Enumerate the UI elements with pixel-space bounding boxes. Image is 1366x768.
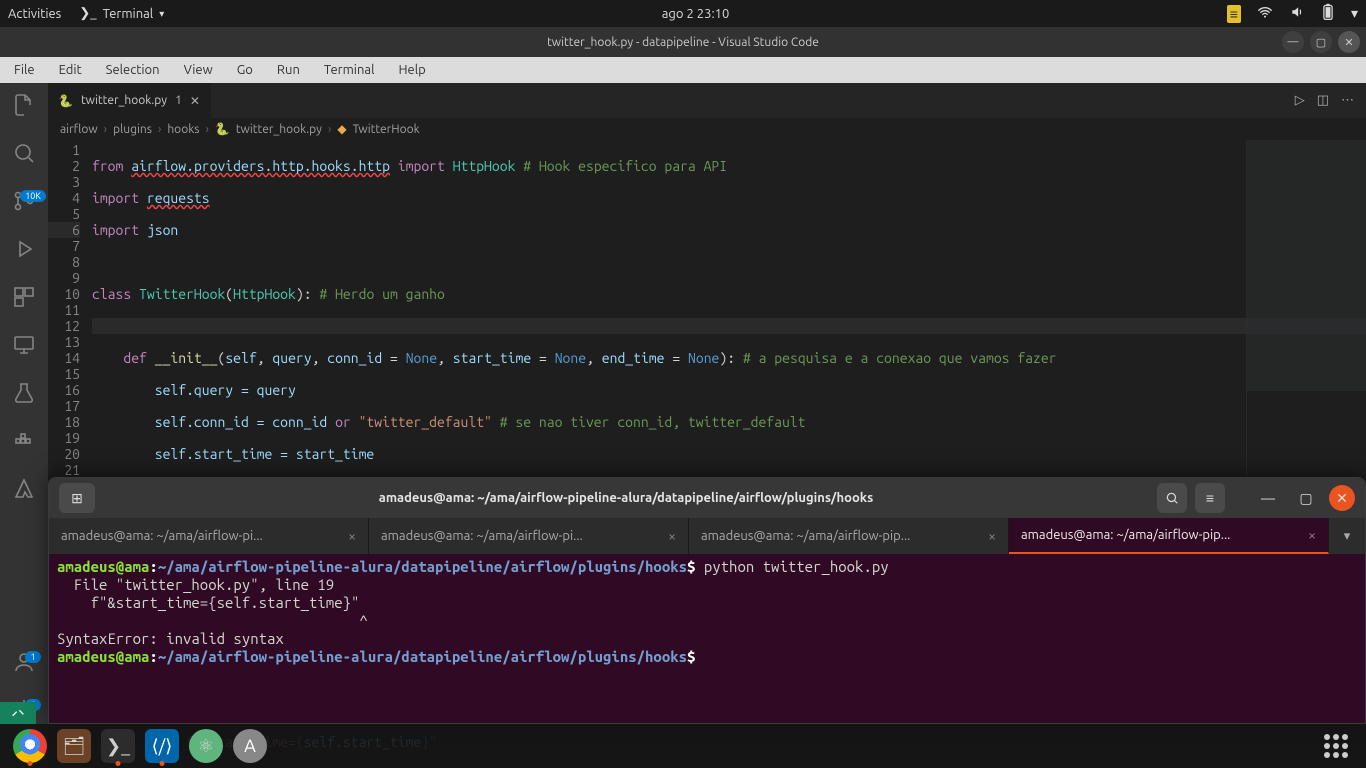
terminal-tab-active[interactable]: amadeus@ama: ~/ama/airflow-pip...×: [1009, 518, 1329, 554]
dock-chrome[interactable]: [8, 724, 52, 768]
terminal-search-button[interactable]: [1157, 483, 1187, 513]
dock-software-updater[interactable]: A: [228, 724, 272, 768]
close-tab-icon[interactable]: ×: [988, 528, 996, 544]
close-button[interactable]: ✕: [1338, 31, 1360, 53]
accounts-badge: 1: [25, 651, 40, 663]
terminal-window: ⊞ amadeus@ama: ~/ama/airflow-pipeline-al…: [48, 477, 1366, 724]
terminal-tab-menu[interactable]: ▾: [1329, 518, 1365, 554]
editor-tab[interactable]: 🐍 twitter_hook.py 1 ✕: [48, 83, 211, 118]
close-tab-icon[interactable]: ×: [1308, 527, 1316, 543]
terminal-title: amadeus@ama: ~/ama/airflow-pipeline-alur…: [103, 491, 1149, 505]
run-debug-icon[interactable]: [10, 235, 38, 263]
window-title: twitter_hook.py - datapipeline - Visual …: [547, 36, 819, 49]
accounts-icon[interactable]: 1: [10, 648, 38, 676]
terminal-icon: ❯_: [79, 6, 96, 21]
clock[interactable]: ago 2 23:10: [164, 7, 1227, 21]
remote-icon[interactable]: [10, 331, 38, 359]
terminal-minimize-button[interactable]: —: [1253, 483, 1283, 513]
dock-vscode[interactable]: ⟨/⟩: [140, 724, 184, 768]
terminal-tab[interactable]: amadeus@ama: ~/ama/airflow-pip...×: [689, 518, 1009, 554]
menu-terminal[interactable]: Terminal: [314, 61, 385, 79]
explorer-icon[interactable]: [10, 91, 38, 119]
dock: 🗂 ❯_ ⟨/⟩ ⚛ A: [0, 724, 1366, 768]
dock-files[interactable]: 🗂: [52, 724, 96, 768]
remote-indicator[interactable]: [0, 702, 36, 724]
terminal-close-button[interactable]: ✕: [1329, 485, 1355, 511]
editor-tab-bar: 🐍 twitter_hook.py 1 ✕ ▷ ◫ ⋯: [48, 83, 1366, 118]
gnome-top-bar: Activities ❯_ Terminal ▾ ago 2 23:10 ≡ ▾: [0, 0, 1366, 27]
terminal-menu-button[interactable]: ≡: [1195, 483, 1225, 513]
notification-icon[interactable]: ≡: [1227, 5, 1241, 23]
dock-atom[interactable]: ⚛: [184, 724, 228, 768]
maximize-button[interactable]: ▢: [1310, 31, 1332, 53]
system-menu-chevron-icon[interactable]: ▾: [1351, 5, 1358, 22]
minimize-button[interactable]: —: [1282, 31, 1304, 53]
menu-view[interactable]: View: [174, 61, 223, 79]
terminal-maximize-button[interactable]: ▢: [1291, 483, 1321, 513]
tab-filename: twitter_hook.py: [81, 94, 167, 107]
breadcrumb[interactable]: airflow› plugins› hooks› 🐍 twitter_hook.…: [48, 118, 1366, 140]
menu-edit[interactable]: Edit: [49, 61, 92, 79]
extensions-icon[interactable]: [10, 283, 38, 311]
app-menu[interactable]: ❯_ Terminal ▾: [79, 6, 164, 21]
menu-file[interactable]: File: [4, 61, 45, 79]
scm-badge: 10K: [20, 190, 46, 202]
volume-icon[interactable]: [1289, 5, 1305, 22]
activities-button[interactable]: Activities: [8, 7, 61, 21]
menu-help[interactable]: Help: [388, 61, 435, 79]
close-tab-icon[interactable]: ×: [348, 528, 356, 544]
new-tab-button[interactable]: ⊞: [59, 483, 95, 513]
close-tab-icon[interactable]: ✕: [190, 94, 200, 108]
menu-selection[interactable]: Selection: [96, 61, 170, 79]
terminal-tab[interactable]: amadeus@ama: ~/ama/airflow-pi...×: [369, 518, 689, 554]
run-file-icon[interactable]: ▷: [1295, 93, 1305, 108]
menu-go[interactable]: Go: [227, 61, 263, 79]
terminal-output[interactable]: amadeus@ama:~/ama/airflow-pipeline-alura…: [49, 554, 1365, 723]
activity-bar: 10K 1 1: [0, 83, 48, 768]
wifi-icon[interactable]: [1257, 5, 1273, 22]
terminal-header: ⊞ amadeus@ama: ~/ama/airflow-pipeline-al…: [49, 478, 1365, 518]
azure-icon[interactable]: [10, 475, 38, 503]
docker-icon[interactable]: [10, 427, 38, 455]
terminal-tab[interactable]: amadeus@ama: ~/ama/airflow-pi...×: [49, 518, 369, 554]
scm-icon[interactable]: 10K: [10, 187, 38, 215]
class-symbol-icon: ◆: [337, 122, 346, 136]
testing-icon[interactable]: [10, 379, 38, 407]
split-editor-icon[interactable]: ◫: [1317, 93, 1329, 108]
battery-icon[interactable]: [1321, 3, 1335, 24]
menu-run[interactable]: Run: [267, 61, 310, 79]
python-file-icon: 🐍: [58, 94, 73, 108]
search-icon[interactable]: [10, 139, 38, 167]
show-applications-button[interactable]: [1314, 724, 1358, 768]
more-actions-icon[interactable]: ⋯: [1341, 93, 1354, 108]
vscode-title-bar: twitter_hook.py - datapipeline - Visual …: [0, 27, 1366, 57]
menu-bar: File Edit Selection View Go Run Terminal…: [0, 57, 1366, 83]
dock-terminal[interactable]: ❯_: [96, 724, 140, 768]
close-tab-icon[interactable]: ×: [668, 528, 676, 544]
python-file-icon: 🐍: [215, 122, 230, 136]
terminal-tab-bar: amadeus@ama: ~/ama/airflow-pi...× amadeu…: [49, 518, 1365, 554]
dirty-indicator: 1: [175, 94, 182, 107]
